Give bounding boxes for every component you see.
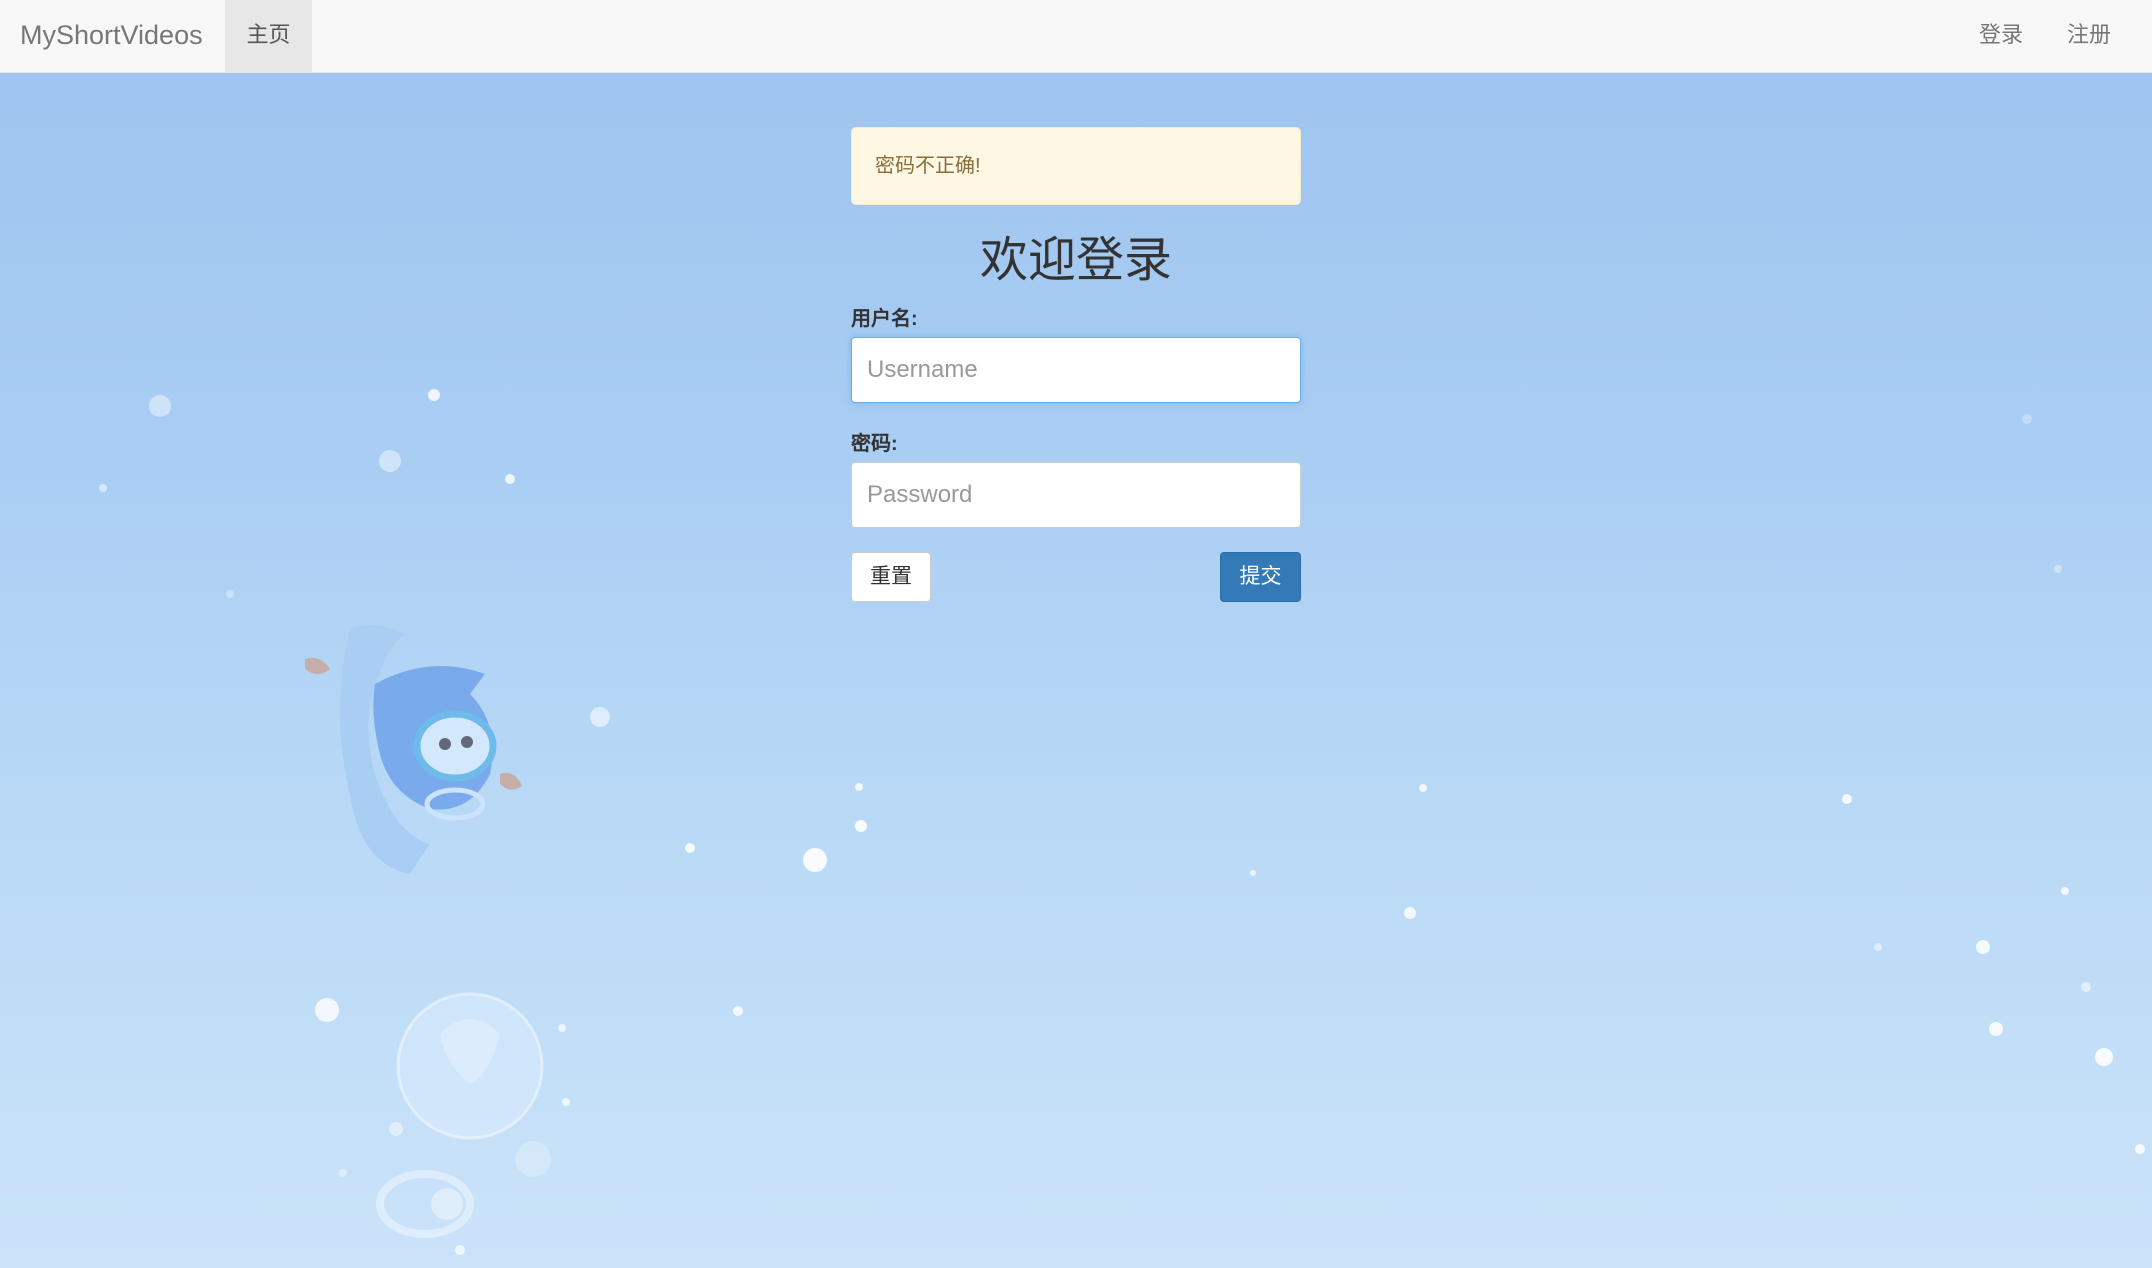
navbar: MyShortVideos 主页 登录 注册: [0, 0, 2152, 73]
brand-link[interactable]: MyShortVideos: [20, 0, 203, 73]
submit-button[interactable]: 提交: [1220, 552, 1301, 602]
large-bubble: [376, 992, 551, 1238]
password-label: 密码:: [851, 433, 898, 455]
nav-home-link[interactable]: 主页: [225, 0, 312, 73]
reset-button[interactable]: 重置: [851, 552, 931, 602]
dolphin-illustration: [305, 625, 522, 874]
nav-login-link[interactable]: 登录: [1979, 0, 2023, 73]
username-label: 用户名:: [851, 308, 918, 330]
page-title: 欢迎登录: [979, 234, 1172, 287]
nav-register-link[interactable]: 注册: [2067, 0, 2111, 73]
password-input[interactable]: [851, 462, 1301, 528]
error-alert: 密码不正确!: [851, 127, 1301, 205]
username-input[interactable]: [851, 337, 1301, 403]
